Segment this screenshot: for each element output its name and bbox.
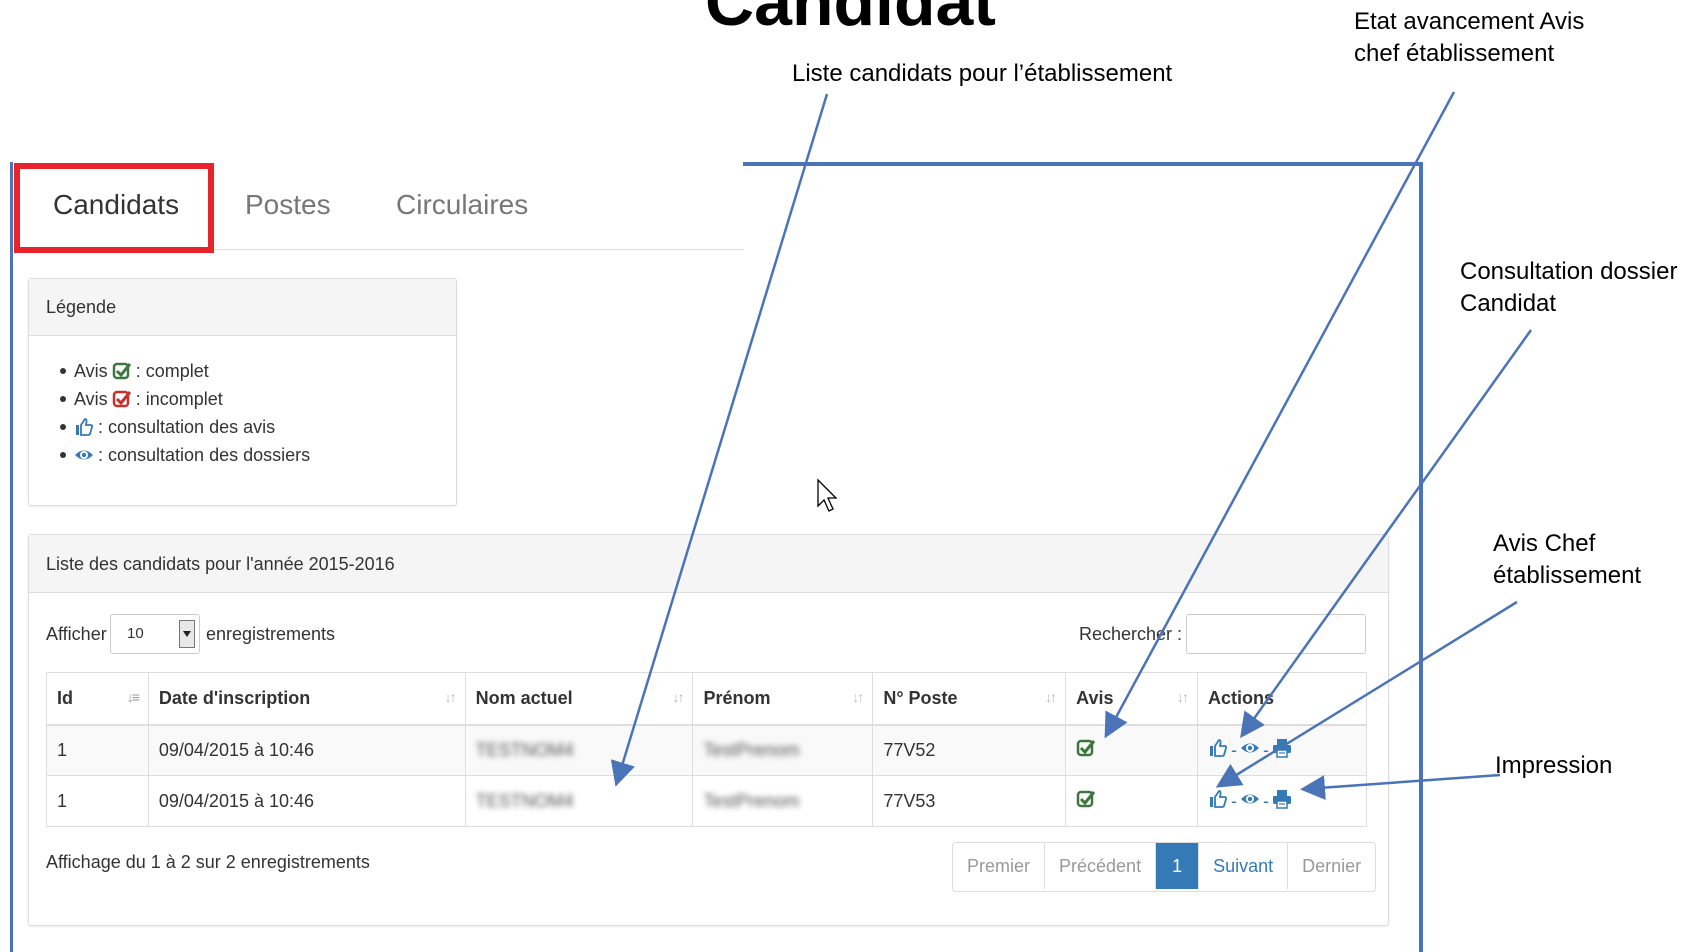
arrow-liste [610,93,829,787]
arrow-etat-avancement [1104,91,1456,739]
annotation-overlay [610,91,1533,801]
arrow-avis-chef [1215,600,1518,788]
arrow-impression [1300,773,1501,801]
mouse-cursor-icon [817,478,838,512]
arrow-consultation [1240,329,1533,739]
